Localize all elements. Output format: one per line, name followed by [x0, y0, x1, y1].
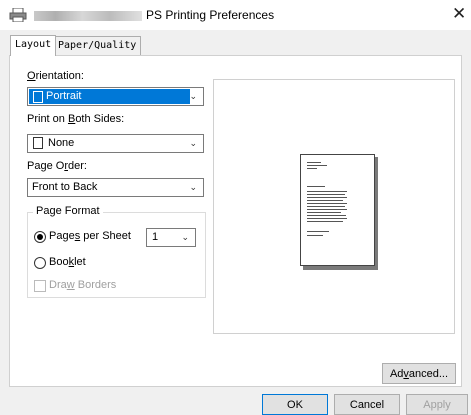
ok-button[interactable]: OK	[262, 394, 328, 415]
cancel-button[interactable]: Cancel	[334, 394, 400, 415]
chevron-down-icon: ⌄	[189, 91, 197, 101]
pages-per-sheet-value: 1	[152, 231, 159, 243]
printer-icon	[9, 8, 27, 22]
draw-borders-checkbox[interactable]	[34, 280, 46, 292]
draw-borders-label: Draw Borders	[49, 279, 117, 291]
both-sides-value: None	[48, 137, 75, 149]
page-order-label: Page Order:	[27, 160, 87, 172]
page-format-title: Page Format	[33, 205, 103, 217]
close-icon[interactable]: ✕	[452, 5, 466, 22]
portrait-icon	[33, 91, 43, 103]
page-order-select[interactable]: Front to Back ⌄	[27, 178, 204, 197]
orientation-selection: Portrait	[29, 89, 190, 104]
tab-paper-quality[interactable]: Paper/Quality	[53, 36, 142, 55]
tab-layout[interactable]: Layout	[10, 35, 57, 56]
both-sides-select[interactable]: None ⌄	[27, 134, 204, 153]
orientation-label-rest: rientation:	[35, 70, 84, 82]
chevron-down-icon: ⌄	[181, 232, 189, 242]
pages-per-sheet-radio[interactable]	[34, 231, 46, 243]
booklet-label: Booklet	[49, 256, 86, 268]
apply-button[interactable]: Apply	[406, 394, 468, 415]
pages-per-sheet-label: Pages per Sheet	[49, 230, 131, 242]
title-redaction	[34, 11, 142, 21]
preview-page-icon	[300, 154, 375, 266]
orientation-value: Portrait	[46, 90, 82, 102]
booklet-radio[interactable]	[34, 257, 46, 269]
pages-per-sheet-select[interactable]: 1 ⌄	[146, 228, 196, 247]
window-title: PS Printing Preferences	[146, 8, 275, 22]
orientation-select[interactable]: Portrait ⌄	[27, 87, 204, 106]
duplex-icon	[33, 137, 43, 149]
chevron-down-icon: ⌄	[189, 138, 197, 148]
chevron-down-icon: ⌄	[189, 182, 197, 192]
page-order-value: Front to Back	[32, 181, 98, 193]
title-bar: PS Printing Preferences ✕	[0, 0, 471, 30]
advanced-button[interactable]: Advanced...	[382, 363, 456, 384]
both-sides-label: Print on Both Sides:	[27, 113, 125, 125]
orientation-label: Orientation:	[27, 70, 84, 82]
